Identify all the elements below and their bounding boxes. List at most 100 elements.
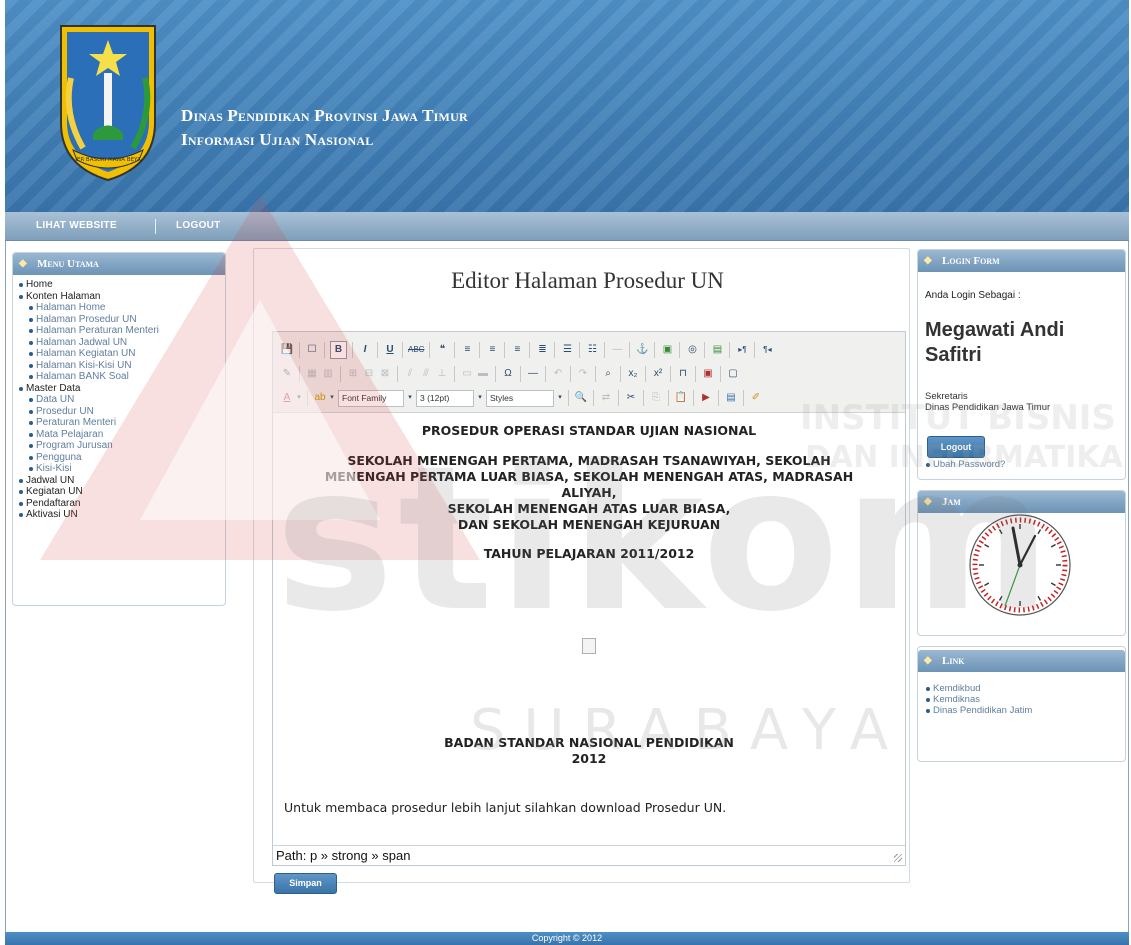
font-family-select[interactable]: Font Family	[338, 389, 404, 407]
ltr-icon[interactable]: ▸¶	[735, 342, 749, 358]
menu-item-label[interactable]: Mata Pelajaran	[36, 429, 103, 440]
youtube-icon[interactable]: ▶	[699, 390, 713, 406]
menu-item-label[interactable]: Halaman Jadwal UN	[36, 337, 127, 348]
menu-item-label[interactable]: Halaman Home	[36, 302, 105, 313]
menu-item-label[interactable]: Kegiatan UN	[26, 486, 83, 497]
paste-icon[interactable]: 📋	[674, 390, 688, 406]
horizontal-rule-icon[interactable]: —	[610, 342, 624, 358]
menu-item[interactable]: Pengguna	[29, 452, 225, 464]
menu-item-label[interactable]: Halaman Peraturan Menteri	[36, 325, 159, 336]
strikethrough-button[interactable]: ABC	[408, 342, 424, 358]
split-cells-icon[interactable]: ▭	[460, 366, 474, 382]
menu-item[interactable]: Aktivasi UN	[19, 509, 225, 521]
menu-item[interactable]: Peraturan Menteri	[29, 417, 225, 429]
menu-item-label[interactable]: Kisi-Kisi	[36, 463, 72, 474]
font-size-select[interactable]: 3 (12pt)	[416, 389, 474, 407]
font-color-dropdown-arrow[interactable]: ▾	[296, 390, 302, 406]
anchor-icon[interactable]: ⚓	[635, 342, 649, 358]
redo-icon[interactable]: ↷	[576, 366, 590, 382]
find-replace-icon[interactable]: ⌕	[601, 366, 615, 382]
menu-item[interactable]: Program Jurusan	[29, 440, 225, 452]
html-source-icon[interactable]: ▤	[724, 390, 738, 406]
font-size-dropdown-arrow[interactable]: ▾	[477, 390, 483, 406]
menu-item-label[interactable]: Jadwal UN	[26, 475, 74, 486]
new-document-icon[interactable]: ☐	[305, 342, 319, 358]
template-icon[interactable]: ▤	[710, 342, 724, 358]
menu-item[interactable]: Halaman Peraturan Menteri	[29, 325, 225, 337]
subscript-icon[interactable]: x₂	[626, 366, 640, 382]
menu-item-label[interactable]: Halaman Prosedur UN	[36, 314, 137, 325]
search-icon[interactable]: 🔍	[574, 390, 588, 406]
nav-logout-link[interactable]: LOGOUT	[176, 220, 221, 231]
font-family-dropdown-arrow[interactable]: ▾	[407, 390, 413, 406]
special-char-icon[interactable]: Ω	[501, 366, 515, 382]
insert-row-before-icon[interactable]: ⊞	[346, 366, 360, 382]
merge-cells-icon[interactable]: ▬	[476, 366, 490, 382]
menu-item[interactable]: Kisi-Kisi	[29, 463, 225, 475]
menu-item[interactable]: Kegiatan UN	[19, 486, 225, 498]
menu-item-label[interactable]: Program Jurusan	[36, 440, 113, 451]
save-button[interactable]: Simpan	[274, 873, 337, 894]
rtl-icon[interactable]: ¶◂	[760, 342, 774, 358]
align-justify-icon[interactable]: ≣	[535, 342, 549, 358]
menu-item-label[interactable]: Master Data	[26, 383, 80, 394]
menu-item[interactable]: Master Data	[19, 383, 225, 395]
menu-item-label[interactable]: Pengguna	[36, 452, 82, 463]
menu-item[interactable]: Halaman Jadwal UN	[29, 337, 225, 349]
highlight-color-icon[interactable]: ab	[313, 390, 327, 406]
menu-item[interactable]: Halaman BANK Soal	[29, 371, 225, 383]
replace-icon[interactable]: ⇄	[599, 390, 613, 406]
menu-item[interactable]: Mata Pelajaran	[29, 429, 225, 441]
menu-item[interactable]: Jadwal UN	[19, 475, 225, 487]
menu-item-label[interactable]: Halaman BANK Soal	[36, 371, 129, 382]
undo-icon[interactable]: ↶	[551, 366, 565, 382]
bold-button[interactable]: B	[330, 341, 347, 359]
menu-item-label[interactable]: Aktivasi UN	[26, 509, 78, 520]
blockquote-icon[interactable]: ❝	[435, 342, 449, 358]
delete-row-icon[interactable]: ⊠	[378, 366, 392, 382]
bullet-list-icon[interactable]: ☰	[560, 342, 574, 358]
edit-css-icon[interactable]: ✎	[280, 366, 294, 382]
table-row-icon[interactable]: ▥	[321, 366, 335, 382]
align-left-icon[interactable]: ≡	[460, 342, 474, 358]
image-icon[interactable]: ▣	[660, 342, 674, 358]
insert-row-after-icon[interactable]: ⊟	[362, 366, 376, 382]
menu-item[interactable]: Halaman Kegiatan UN	[29, 348, 225, 360]
change-password-link[interactable]: Ubah Password?	[926, 459, 1005, 470]
font-color-icon[interactable]: A	[280, 390, 294, 406]
underline-button[interactable]: U	[383, 342, 397, 358]
styles-dropdown-arrow[interactable]: ▾	[557, 390, 563, 406]
italic-button[interactable]: I	[358, 342, 372, 358]
logout-button[interactable]: Logout	[927, 436, 985, 458]
menu-item-label[interactable]: Halaman Kegiatan UN	[36, 348, 136, 359]
cleanup-icon[interactable]: ✐	[749, 390, 763, 406]
table-icon[interactable]: ▦	[305, 366, 319, 382]
menu-item[interactable]: Data UN	[29, 394, 225, 406]
menu-item[interactable]: Halaman Home	[29, 302, 225, 314]
help-icon[interactable]: ◎	[685, 342, 699, 358]
copy-icon[interactable]: ⎘	[649, 390, 663, 406]
resize-grip-icon[interactable]	[894, 854, 902, 862]
menu-item-label[interactable]: Data UN	[36, 394, 74, 405]
menu-item[interactable]: Pendaftaran	[19, 498, 225, 510]
menu-item[interactable]: Prosedur UN	[29, 406, 225, 418]
superscript-icon[interactable]: x²	[651, 366, 665, 382]
sidebar-link-item[interactable]: Dinas Pendidikan Jatim	[926, 705, 1125, 716]
menu-item[interactable]: Halaman Prosedur UN	[29, 314, 225, 326]
menu-item-label[interactable]: Peraturan Menteri	[36, 417, 116, 428]
pagebreak-icon[interactable]: ⊓	[676, 366, 690, 382]
media-icon[interactable]: ▣	[701, 366, 715, 382]
menu-item-label[interactable]: Halaman Kisi-Kisi UN	[36, 360, 132, 371]
menu-item-label[interactable]: Prosedur UN	[36, 406, 94, 417]
nav-lihat-website-link[interactable]: LIHAT WEBSITE	[36, 220, 117, 231]
numbered-list-icon[interactable]: ☷	[585, 342, 599, 358]
align-center-icon[interactable]: ≡	[485, 342, 499, 358]
menu-item-label[interactable]: Pendaftaran	[26, 498, 81, 509]
highlight-dropdown-arrow[interactable]: ▾	[329, 390, 335, 406]
insert-col-after-icon[interactable]: ⫻	[419, 366, 433, 382]
align-right-icon[interactable]: ≡	[510, 342, 524, 358]
insert-col-before-icon[interactable]: ⫽	[403, 366, 417, 382]
styles-select[interactable]: Styles	[486, 389, 554, 407]
rule-icon[interactable]: —	[526, 366, 540, 382]
fullscreen-icon[interactable]: ▢	[726, 366, 740, 382]
